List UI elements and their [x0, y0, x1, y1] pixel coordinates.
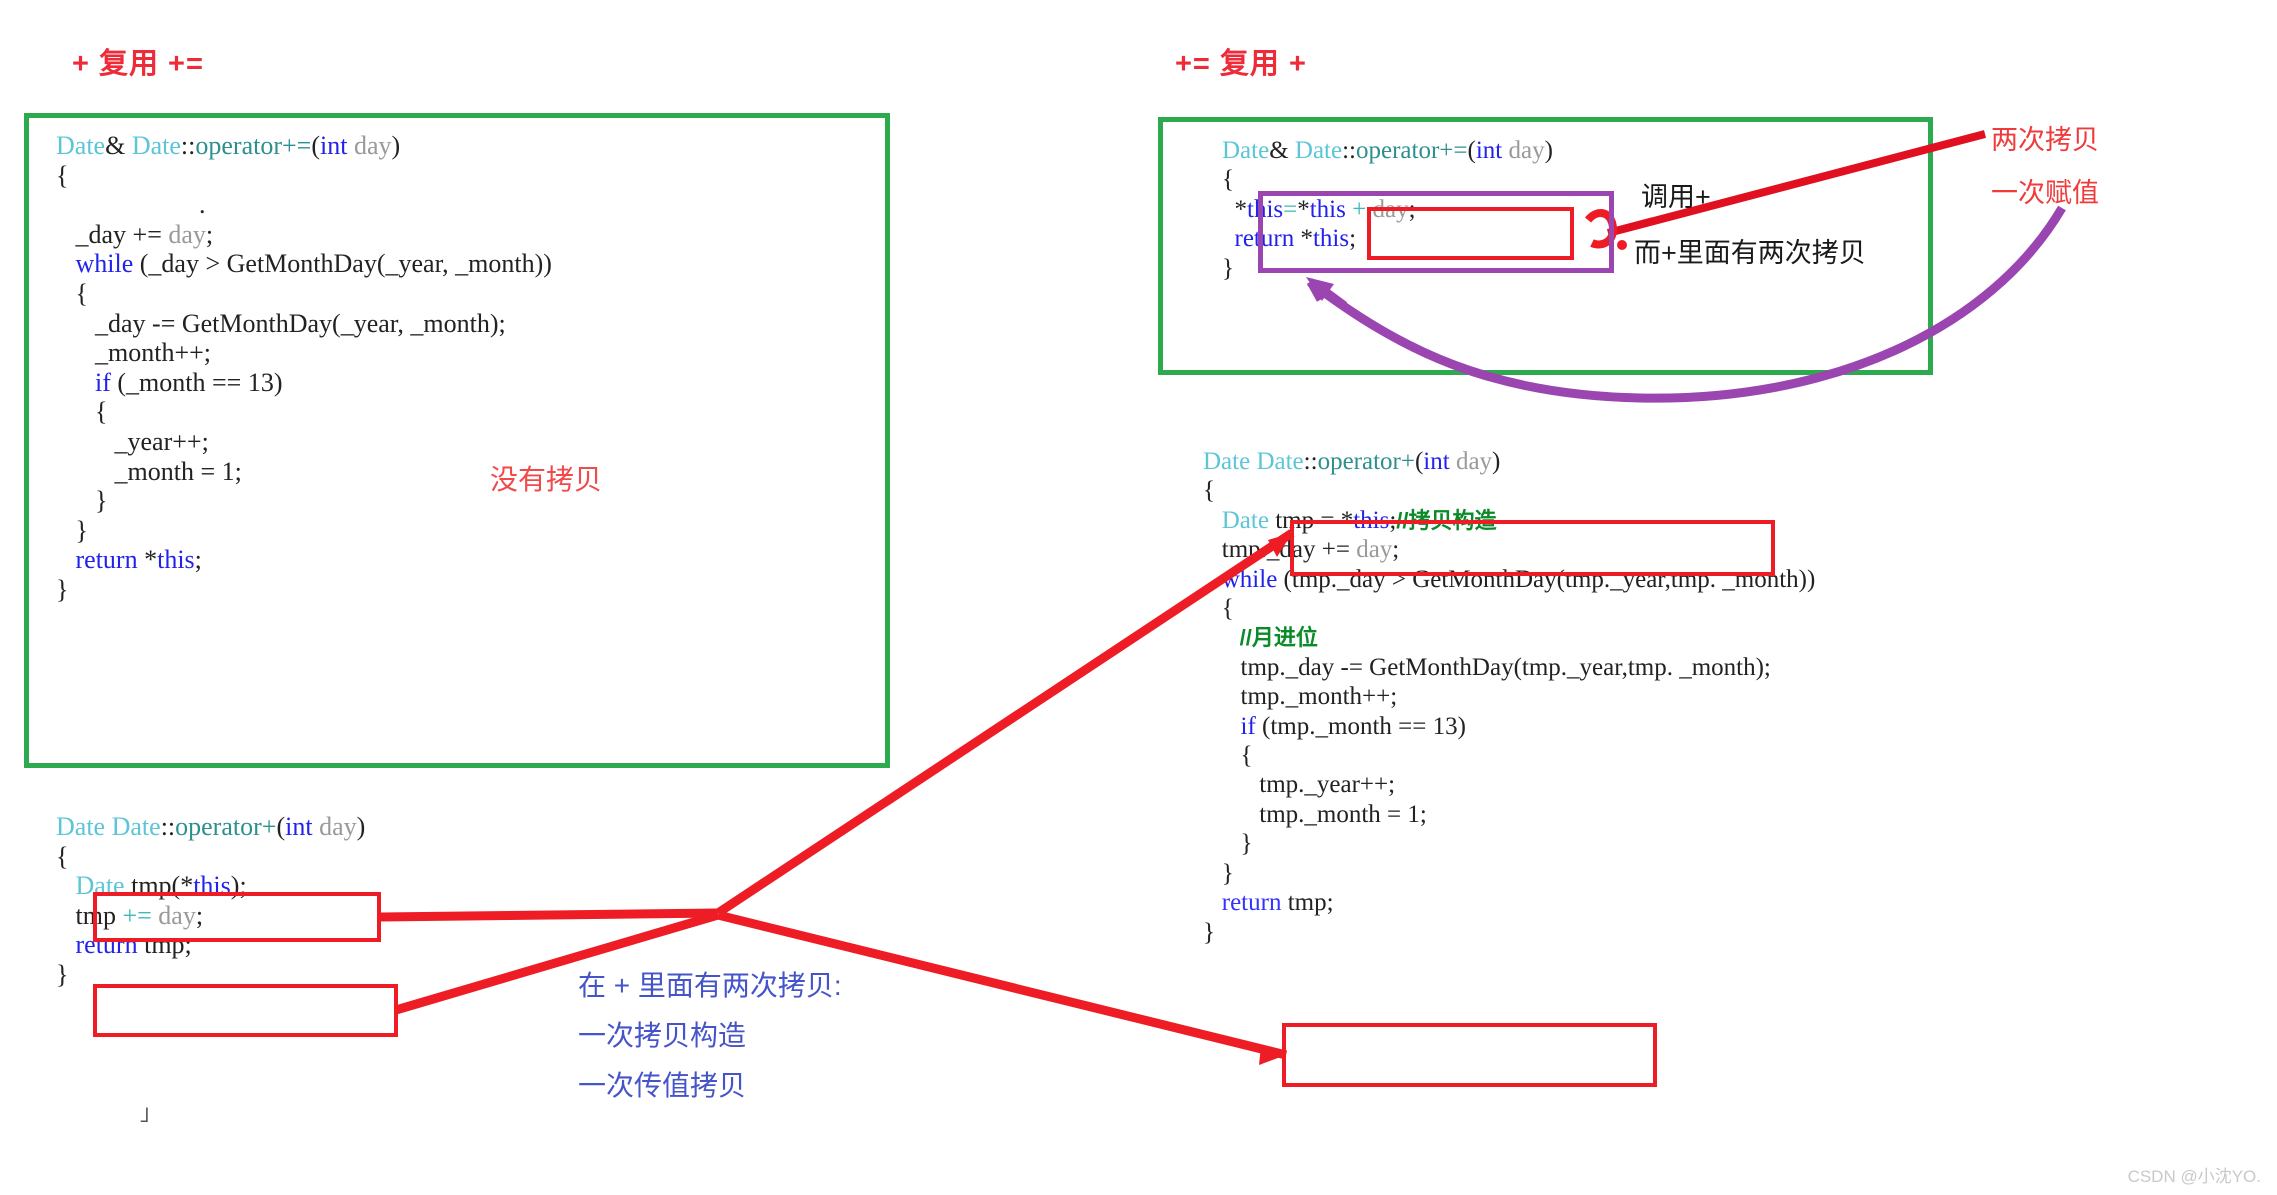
slide-canvas: + 复用 += Date& Date::operator+=(int day) … — [0, 0, 2277, 1195]
annotation-blue-line2: 一次拷贝构造 — [578, 1020, 747, 1051]
annotation-plus-has-two-copies: 而+里面有两次拷贝 — [1634, 238, 1866, 268]
annotation-blue-line3: 一次传值拷贝 — [578, 1070, 747, 1101]
red-connector-horizontal — [377, 908, 719, 922]
right-section-title: += 复用 + — [1175, 48, 1307, 80]
annotation-blue-line1: 在 + 里面有两次拷贝: — [578, 970, 842, 1001]
stray-mark: 」 — [140, 1100, 163, 1125]
highlight-date-tmp-copy-ctor — [93, 892, 381, 942]
highlight-return-tmp-right — [1282, 1023, 1657, 1087]
left-operator-pluseq-code: Date& Date::operator+=(int day) { . _day… — [56, 131, 552, 604]
annotation-no-copy: 没有拷贝 — [490, 464, 603, 495]
watermark: CSDN @小沈YO. — [2127, 1167, 2261, 1186]
highlight-return-tmp-left — [93, 984, 398, 1037]
highlight-red-this-plus-day — [1367, 207, 1574, 260]
highlight-date-tmp-assign-copy-ctor — [1290, 520, 1775, 576]
annotation-call-plus: 调用+ — [1641, 182, 1711, 212]
annotation-one-assignment: 一次赋值 — [1991, 178, 2099, 208]
left-section-title: + 复用 += — [72, 48, 204, 80]
annotation-two-copies: 两次拷贝 — [1991, 125, 2099, 155]
